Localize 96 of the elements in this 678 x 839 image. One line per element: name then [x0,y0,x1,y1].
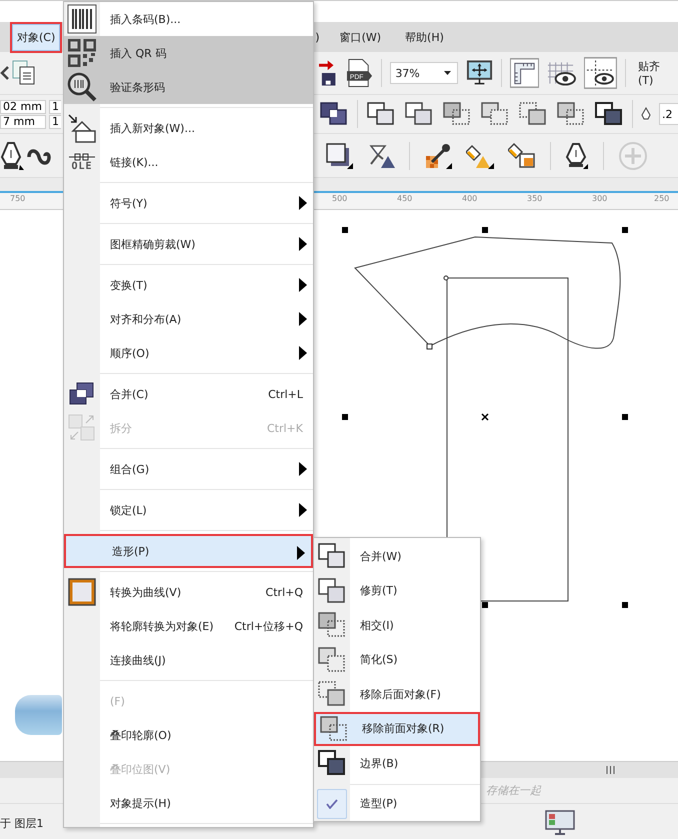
menu-item[interactable]: 锁定(L) [64,493,313,527]
overlapping-squares-icon[interactable] [480,101,510,127]
menu-item[interactable]: 边界(B) [314,746,480,780]
ruler-label: 300 [592,194,608,203]
menu-item[interactable]: 符号(Y) [64,186,313,220]
menu-item[interactable]: 变换(T) [64,268,313,302]
menu-item[interactable]: 叠印轮廓(O) [64,718,313,752]
selection-handle[interactable] [622,227,628,233]
ruler-label: 750 [10,194,26,203]
overlapping-squares-icon [69,382,95,406]
menu-item[interactable]: 验证条形码 [64,70,313,104]
menu-item[interactable]: OLE 链接(K)... [64,145,313,179]
overlapping-squares-icon[interactable] [594,101,624,127]
position-y-field[interactable]: 7 mm [0,114,46,128]
paint-bucket-icon[interactable] [508,142,536,170]
outline-width-field[interactable]: .2 [659,103,678,125]
export-icon[interactable] [319,59,338,87]
menu-item[interactable]: 对齐和分布(A) [64,302,313,336]
overlapping-squares-icon [317,646,347,674]
menu-item[interactable]: 简化(S) [314,642,480,677]
menu-item[interactable]: 转换为曲线(V) Ctrl+Q [64,575,313,609]
overlapping-squares-icon[interactable] [556,101,586,127]
overlapping-squares-icon[interactable] [366,101,396,127]
zoom-dropdown[interactable]: 37% [390,62,458,84]
overlapping-squares-icon [317,576,347,605]
guideline-eye-icon[interactable] [584,57,618,89]
menu-item[interactable]: 合并(W) [314,539,480,574]
overlapping-squares-icon[interactable] [518,101,548,127]
split-squares-icon [68,414,96,442]
chevron-icon[interactable] [0,65,9,81]
menu-item[interactable]: 移除后面对象(F) [314,677,480,712]
selection-handle[interactable] [482,602,488,608]
insert-object-icon [67,113,97,143]
overlapping-squares-icon [317,611,347,640]
ruler-label: 250 [654,194,670,203]
menu-item[interactable]: 对象提示(H) [64,786,313,820]
magnifier-icon [67,72,97,102]
overlapping-squares-icon[interactable] [319,101,349,127]
selection-handle[interactable] [622,602,628,608]
selection-handle[interactable] [482,227,488,233]
barcode-icon [67,4,97,34]
snap-to-dropdown[interactable]: 贴齐(T) [634,59,678,87]
outlined-square-icon [67,577,97,607]
menu-item[interactable]: 图框精确剪裁(W) [64,227,313,261]
scale-y-field[interactable]: 1 [49,114,61,128]
menu-item[interactable]: 插入条码(B)... [64,2,313,36]
menu-item[interactable]: 移除前面对象(R) [314,712,480,746]
selection-handle[interactable] [622,414,628,420]
menu-item[interactable]: 插入 QR 码 [64,36,313,70]
overlapping-squares-icon [317,680,347,708]
eyedropper-icon[interactable] [424,142,452,170]
status-hint: 存储在一起 [486,783,541,798]
menu-item[interactable]: 造型(P) [314,786,480,821]
ruler-label: 450 [397,194,412,203]
menu-item[interactable]: 相交(I) [314,608,480,642]
qr-code-icon [68,39,96,67]
ruler-label: 350 [527,194,542,203]
overlapping-squares-icon [319,714,349,743]
menu-item[interactable]: 将轮廓转换为对象(E) Ctrl+位移+Q [64,609,313,643]
overlapping-squares-icon [317,749,347,778]
menu-bar-item[interactable]: 对象(C) [10,22,62,52]
checkmark-icon [317,788,347,819]
scale-x-field[interactable]: 1 [49,100,61,114]
menu-item[interactable]: 顺序(O) [64,336,313,370]
menu-bar-item[interactable]: 帮助(H) [399,22,450,52]
ruler-label: 400 [462,194,478,203]
overlapping-squares-icon [317,542,347,570]
ruler-label: 500 [332,194,348,203]
node-handle[interactable] [426,344,432,350]
drop-shadow-icon[interactable] [325,142,353,170]
ruler-icon[interactable] [510,58,540,88]
menu-item[interactable]: 连接曲线(J) [64,643,313,677]
menu-bar-item[interactable]: 窗口(W) [334,22,388,52]
grip-icon[interactable] [606,766,615,774]
fit-screen-icon[interactable] [466,59,494,87]
overlapping-squares-icon[interactable] [404,101,434,127]
selection-handle[interactable] [342,414,348,420]
selection-handle[interactable] [342,227,348,233]
pen-nib-icon[interactable] [641,107,651,121]
pen-nib-icon[interactable] [565,142,589,170]
menu-item[interactable]: 插入新对象(W)... [64,111,313,145]
layer-status: 于 图层1 [0,816,44,830]
menu-item[interactable]: 修剪(T) [314,574,480,608]
node-handle[interactable] [444,276,448,280]
monitor-icon[interactable] [545,810,575,836]
menu-item[interactable]: 合并(C) Ctrl+L [64,377,313,411]
overlapping-squares-icon[interactable] [442,101,472,127]
caret-icon [444,71,452,75]
menu-item[interactable]: 造形(P) [64,534,313,568]
position-x-field[interactable]: 02 mm [0,100,46,114]
document-icon[interactable] [12,60,36,86]
menu-bar-item[interactable]: ) [314,24,326,50]
menu-item[interactable]: 组合(G) [64,452,313,486]
center-mark-icon [481,413,489,421]
pen-nib-icon[interactable] [0,140,24,170]
pixelated-patch [15,695,62,735]
